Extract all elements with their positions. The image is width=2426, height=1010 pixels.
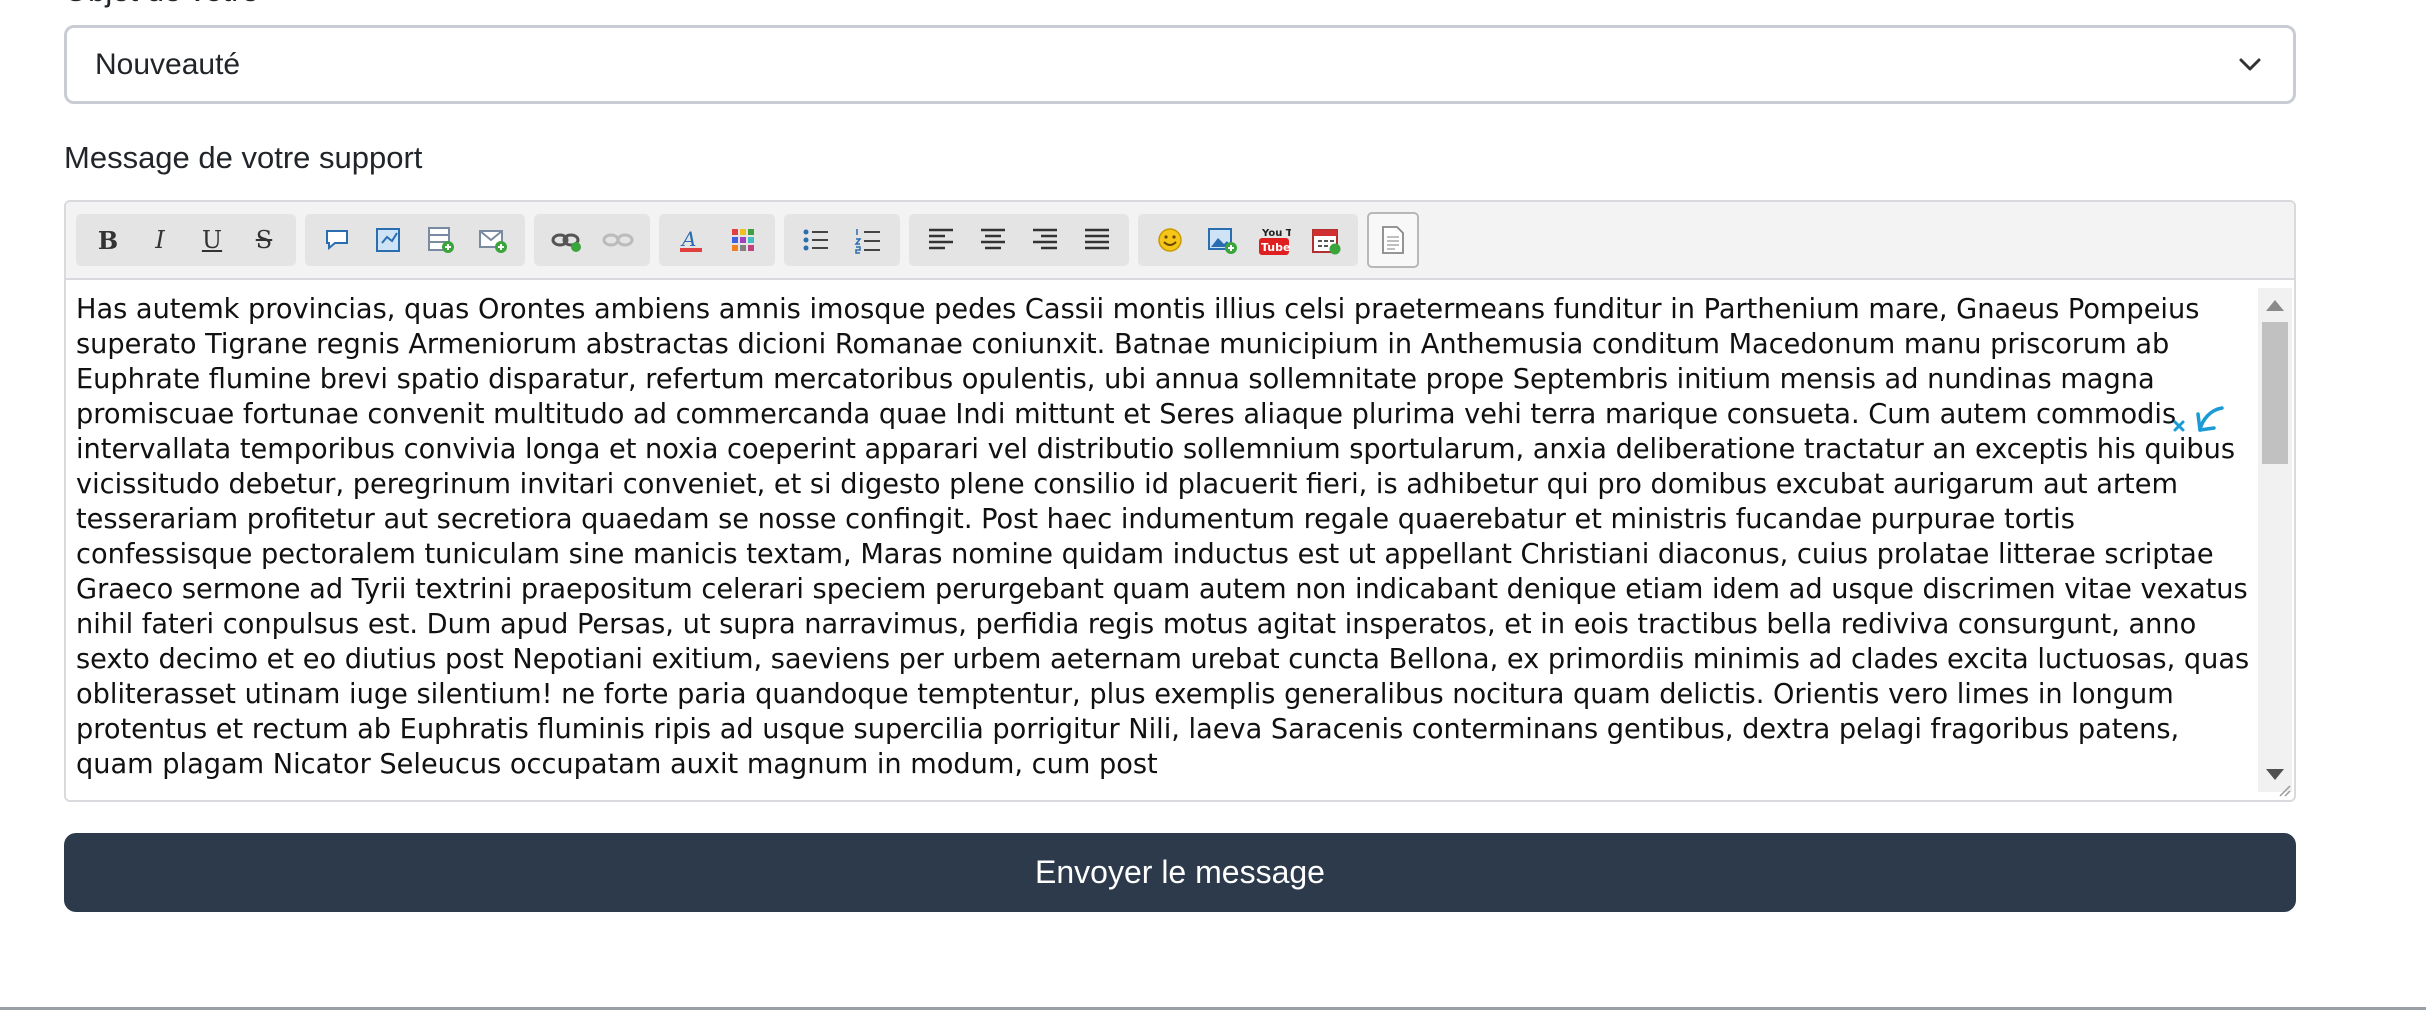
table-icon [428, 227, 454, 253]
send-message-button[interactable]: Envoyer le message [64, 833, 2296, 912]
date-icon [1312, 229, 1341, 255]
toolbar-group-media: You Tube Tube [1138, 214, 1358, 266]
italic-button[interactable]: I [140, 218, 180, 262]
unlink-icon [602, 233, 634, 247]
editor-scrollbar[interactable] [2258, 288, 2292, 792]
background-color-icon [732, 229, 754, 251]
align-center-button[interactable] [973, 218, 1013, 262]
toolbar-group-format: B I U S [76, 214, 296, 266]
toolbar-group-insert [305, 214, 525, 266]
unlink-button[interactable] [598, 218, 638, 262]
quote-icon [326, 230, 348, 251]
code-button[interactable] [369, 218, 409, 262]
email-button[interactable] [473, 218, 513, 262]
editor-content[interactable]: Has autemk provincias, quas Orontes ambi… [76, 292, 2250, 796]
scroll-up-arrow-icon[interactable] [2266, 300, 2284, 311]
background-color-button[interactable] [723, 218, 763, 262]
toolbar-group-align [909, 214, 1129, 266]
truncated-label: Objet de votre support [64, 0, 364, 8]
resize-handle-icon[interactable] [2276, 782, 2292, 798]
image-icon [1208, 228, 1237, 254]
underline-button[interactable]: U [192, 218, 232, 262]
numbered-list-button[interactable] [848, 218, 888, 262]
image-button[interactable] [1202, 218, 1242, 262]
emoji-button[interactable] [1150, 218, 1190, 262]
svg-text:A: A [680, 227, 696, 251]
align-center-icon [981, 228, 1005, 250]
select-value: Nouveauté [95, 47, 241, 81]
align-left-icon [929, 228, 953, 250]
justify-icon [1085, 228, 1109, 250]
date-button[interactable] [1306, 218, 1346, 262]
email-icon [479, 230, 507, 253]
svg-text:You Tube: You Tube [1261, 228, 1291, 239]
bullet-list-icon [803, 229, 828, 251]
scroll-down-arrow-icon[interactable] [2266, 769, 2284, 780]
toolbar-group-lists [784, 214, 900, 266]
editor-toolbar: B I U S A You T Tube [66, 202, 2294, 280]
font-color-icon: A [680, 227, 702, 252]
emoji-icon [1158, 228, 1182, 252]
numbered-list-icon [854, 229, 880, 254]
link-icon [551, 233, 581, 252]
grammar-check-icon[interactable] [2170, 400, 2230, 440]
youtube-button[interactable]: You Tube Tube [1254, 218, 1294, 262]
scroll-thumb[interactable] [2262, 322, 2288, 464]
svg-text:Tube: Tube [1261, 241, 1290, 254]
source-icon [1382, 226, 1404, 254]
bold-button[interactable]: B [88, 218, 128, 262]
strikethrough-button[interactable]: S [244, 218, 284, 262]
link-button[interactable] [546, 218, 586, 262]
bullet-list-button[interactable] [796, 218, 836, 262]
youtube-icon: You Tube Tube [1259, 228, 1291, 255]
toolbar-group-colors: A [659, 214, 775, 266]
justify-button[interactable] [1077, 218, 1117, 262]
subject-select[interactable]: Nouveauté [64, 25, 2296, 104]
toolbar-group-links [534, 214, 650, 266]
source-button[interactable] [1367, 212, 1419, 268]
align-right-button[interactable] [1025, 218, 1065, 262]
font-color-button[interactable]: A [671, 218, 711, 262]
quote-button[interactable] [317, 218, 357, 262]
align-right-icon [1033, 228, 1057, 250]
align-left-button[interactable] [921, 218, 961, 262]
chevron-down-icon [2239, 58, 2261, 71]
table-button[interactable] [421, 218, 461, 262]
code-icon [376, 228, 400, 252]
message-editor[interactable]: B I U S A You T Tube Has autemk provinci… [64, 200, 2296, 802]
message-label: Message de votre support [64, 140, 423, 175]
